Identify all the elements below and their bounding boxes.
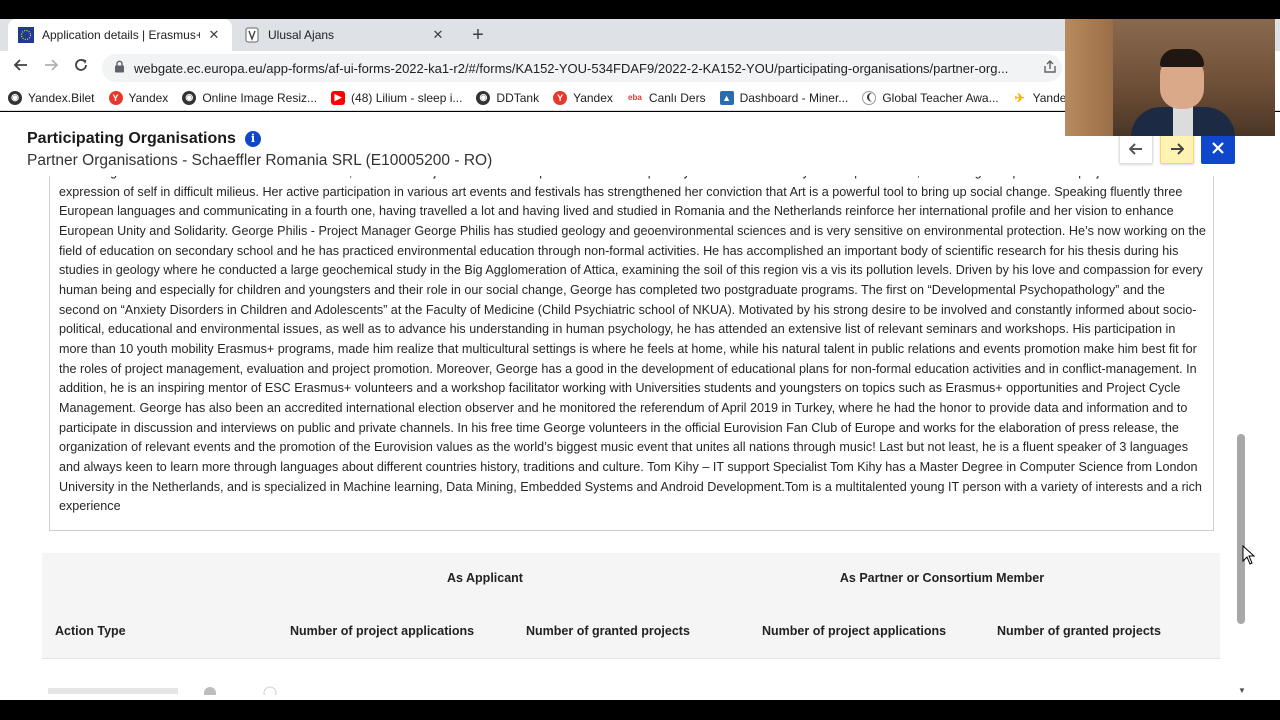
bookmark-label: (48) Lilium - sleep i... [351, 90, 463, 105]
yandex-icon: Y [553, 90, 568, 105]
url-text: webgate.ec.europa.eu/app-forms/af-ui-for… [134, 60, 1009, 76]
column-header-applicant-applications: Number of project applications [290, 624, 475, 638]
eu-flag-icon [18, 27, 34, 43]
address-bar[interactable]: webgate.ec.europa.eu/app-forms/af-ui-for… [102, 54, 1062, 82]
bookmark-global-teacher[interactable]: ❨ Global Teacher Awa... [862, 90, 999, 105]
close-tab-icon[interactable]: ✕ [206, 27, 222, 43]
youtube-icon: ▶ [331, 90, 346, 105]
webcam-curtain [1065, 19, 1113, 136]
close-button[interactable] [1201, 132, 1235, 164]
group-header-applicant: As Applicant [447, 571, 523, 585]
arrow-right-icon [1171, 143, 1185, 155]
bookmark-label: Global Teacher Awa... [882, 90, 999, 105]
tab-ulusal-ajans[interactable]: Ulusal Ajans ✕ [234, 19, 456, 51]
scroll-down-icon[interactable]: ▼ [1238, 686, 1246, 695]
bookmark-label: Online Image Resiz... [202, 90, 318, 105]
column-header-applicant-granted: Number of granted projects [526, 624, 690, 638]
plane-icon: ✈ [1012, 90, 1027, 105]
bookmark-label: Yandex [128, 90, 169, 105]
description-textarea[interactable]: of the Region of Central Romania. Last b… [49, 176, 1214, 531]
dashboard-icon: ▲ [719, 90, 734, 105]
tab-application-details[interactable]: Application details | Erasmus+ an ✕ [8, 19, 232, 51]
arrow-left-icon [1128, 143, 1142, 155]
group-header-partner: As Partner or Consortium Member [839, 571, 1045, 585]
info-icon[interactable]: i [244, 131, 261, 147]
tab-title: Ulusal Ajans [268, 28, 335, 42]
bookmark-yandex[interactable]: Y Yandex [108, 90, 169, 105]
bookmark-ddtank[interactable]: ◉ DDTank [476, 90, 540, 105]
cut-off-row [48, 684, 288, 700]
scrollbar-thumb[interactable] [1237, 434, 1245, 624]
ulusal-ajans-icon [244, 27, 260, 43]
screen: Application details | Erasmus+ an ✕ Ulus… [0, 0, 1280, 720]
bookmark-label: Dashboard - Miner... [739, 90, 849, 105]
close-icon [1212, 142, 1224, 154]
reload-icon[interactable] [70, 57, 92, 79]
bookmark-label: Yandex.Bilet [28, 90, 95, 105]
close-tab-icon[interactable]: ✕ [430, 27, 446, 43]
page-subtitle: Partner Organisations - Schaeffler Roman… [27, 152, 493, 169]
mouse-cursor-icon [1242, 545, 1256, 565]
webcam-overlay [1065, 19, 1275, 136]
tab-title: Application details | Erasmus+ an [42, 28, 200, 42]
description-text: of the Region of Central Romania. Last b… [59, 176, 1206, 514]
lock-icon[interactable] [114, 60, 128, 76]
bookmark-yandex-2[interactable]: Y Yandex [553, 90, 613, 105]
column-header-partner-applications: Number of project applications [762, 624, 947, 638]
yandex-icon: Y [108, 90, 123, 105]
page-title: Participating Organisations i [27, 130, 261, 148]
webcam-person-shirt [1173, 107, 1193, 136]
previous-button[interactable] [1119, 132, 1153, 164]
page-title-text: Participating Organisations [27, 130, 236, 147]
bookmark-lilium[interactable]: ▶ (48) Lilium - sleep i... [331, 90, 463, 105]
back-arrow-icon[interactable] [10, 57, 32, 79]
bookmark-yandex-bilet[interactable]: ◉ Yandex.Bilet [8, 90, 95, 105]
new-tab-button[interactable]: + [468, 24, 488, 46]
webcam-person-hair [1160, 49, 1204, 67]
forward-arrow-icon[interactable] [40, 57, 62, 79]
bookmark-online-image-resizer[interactable]: ◉ Online Image Resiz... [182, 90, 318, 105]
bookmark-label: DDTank [496, 90, 540, 105]
globe-icon: ◉ [8, 90, 22, 105]
column-header-partner-granted: Number of granted projects [997, 624, 1161, 638]
bookmark-canli-ders[interactable]: eba Canlı Ders [626, 90, 706, 105]
next-button[interactable] [1160, 132, 1194, 164]
globe-icon: ◉ [476, 90, 491, 105]
globe-icon: ❨ [862, 90, 877, 105]
bookmark-dashboard-miner[interactable]: ▲ Dashboard - Miner... [719, 90, 849, 105]
globe-icon: ◉ [182, 90, 197, 105]
experience-table-header: As Applicant As Partner or Consortium Me… [42, 553, 1220, 659]
page-scrollbar[interactable] [1235, 176, 1247, 696]
page-content: Participating Organisations i Partner Or… [0, 112, 1280, 700]
column-header-action-type: Action Type [55, 624, 126, 638]
bookmark-label: Canlı Ders [648, 90, 706, 105]
share-icon[interactable] [1038, 59, 1062, 77]
bookmark-label: Yandex [573, 90, 613, 105]
eba-icon: eba [626, 90, 643, 105]
